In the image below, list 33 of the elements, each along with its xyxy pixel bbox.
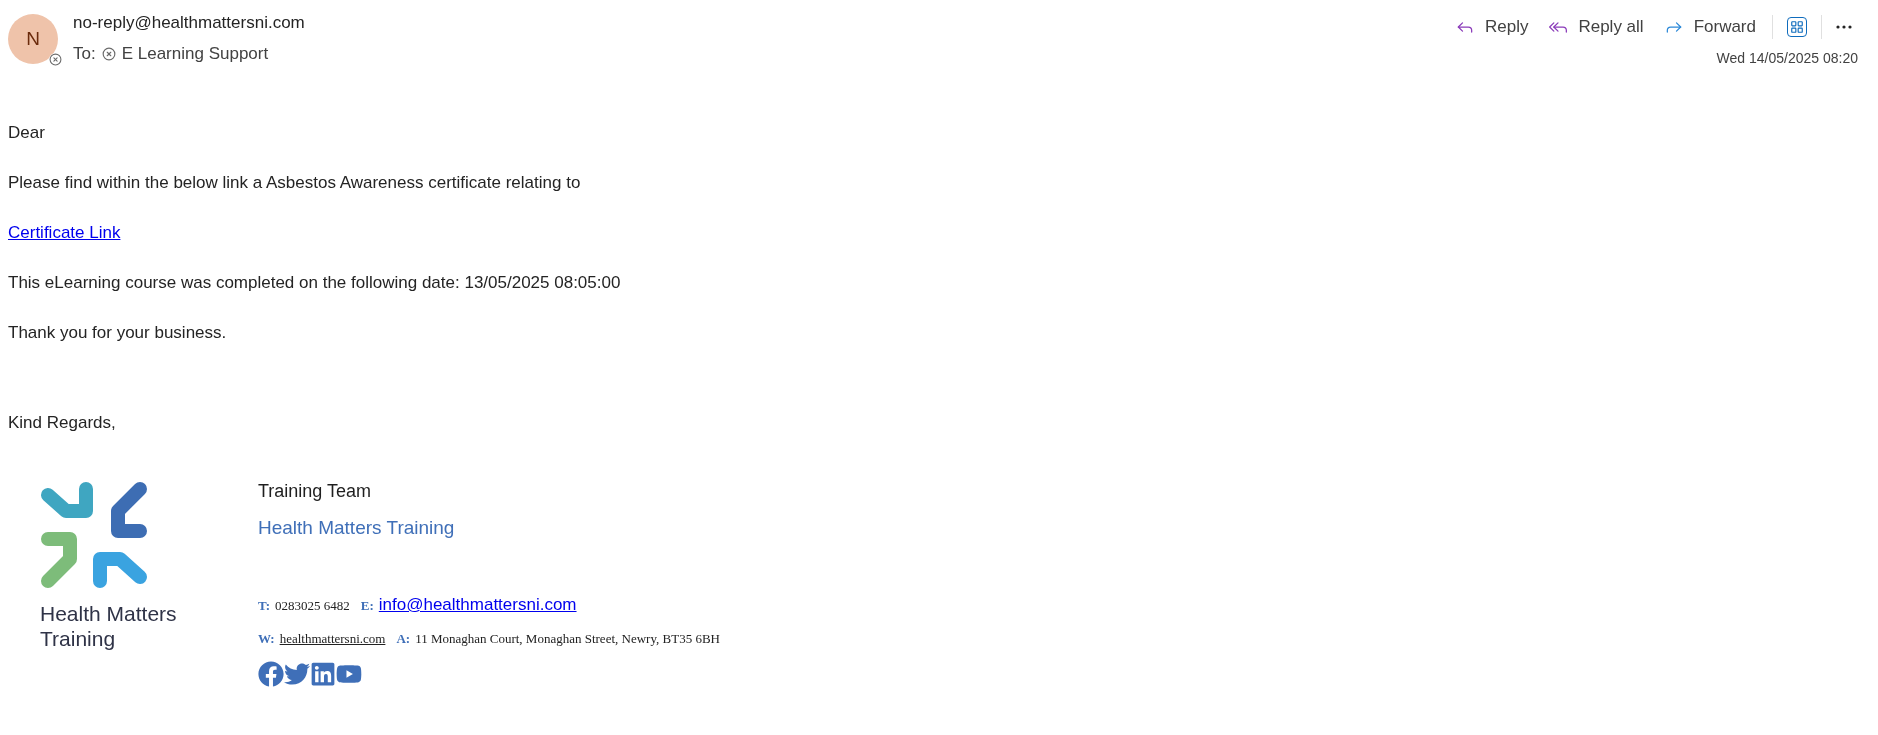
facebook-icon[interactable]: [258, 661, 284, 687]
more-icon: [1836, 25, 1852, 29]
address-label: A:: [396, 631, 411, 647]
reply-all-button[interactable]: Reply all: [1540, 14, 1652, 40]
reply-button[interactable]: Reply: [1446, 14, 1537, 40]
apps-button[interactable]: [1787, 17, 1807, 37]
forward-button[interactable]: Forward: [1655, 14, 1764, 40]
signature-team: Training Team: [258, 481, 373, 502]
to-label: To:: [73, 44, 96, 64]
address-text: 11 Monaghan Court, Monaghan Street, Newry, BT35 6BH: [415, 631, 720, 647]
message-paragraph: Please find within the below link a Asbestos Awareness certificate relating to: [8, 172, 582, 193]
logo-text: Training: [40, 626, 117, 651]
web-label: W:: [258, 631, 275, 647]
message-paragraph: This eLearning course was completed on the following date: 13/05/2025 08:05:00: [8, 272, 622, 293]
email-label: E:: [360, 598, 374, 614]
sender-address[interactable]: no-reply@healthmattersni.com: [73, 13, 305, 33]
logo-text: Health Matters: [40, 601, 178, 626]
message-paragraph: Dear: [8, 122, 46, 143]
email-link[interactable]: info@healthmattersni.com: [378, 595, 577, 615]
message-paragraph: Kind Regards,: [8, 412, 117, 433]
recipient-status-icon: [101, 47, 116, 61]
certificate-link[interactable]: Certificate Link: [8, 223, 121, 242]
grid-icon: [1790, 20, 1804, 34]
phone-label: T:: [258, 598, 271, 614]
recipient-name[interactable]: E Learning Support: [121, 44, 269, 64]
phone-number: 0283025 6482: [275, 598, 350, 614]
signature-company: Health Matters Training: [258, 517, 456, 539]
message-paragraph: Thank you for your business.: [8, 322, 228, 343]
offline-status-icon: [49, 53, 62, 66]
website-link[interactable]: healthmattersni.com: [279, 631, 386, 647]
linkedin-icon[interactable]: [310, 661, 336, 687]
received-date: Wed 14/05/2025 08:20: [1716, 50, 1858, 66]
twitter-icon[interactable]: [284, 661, 310, 687]
